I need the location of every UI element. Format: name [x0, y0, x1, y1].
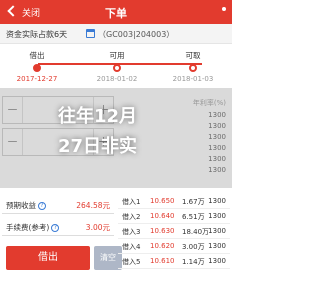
- settlement-timeline: 借出 2017-12-27 可用 2018-01-02 可取 2018-01-0…: [0, 44, 232, 86]
- borrow-amount: 18.40万: [182, 228, 210, 236]
- calendar-icon[interactable]: [86, 29, 95, 38]
- borrow-qty: 1300: [208, 242, 226, 250]
- fund-info-row: 资金实际占款6天 （GC003|204003）: [0, 24, 232, 44]
- borrow-rate: 10.640: [150, 212, 175, 220]
- table-row[interactable]: 借入1 10.650 1.67万 1300: [118, 194, 230, 209]
- borrow-name: 借入3: [122, 228, 141, 236]
- header-bar: 关闭 下单: [0, 0, 232, 24]
- borrow-amount: 1.67万: [182, 198, 205, 206]
- borrow-name: 借入2: [122, 213, 141, 221]
- timeline-dot-icon: [113, 64, 121, 72]
- table-row[interactable]: 借入4 10.620 3.00万 1300: [118, 239, 230, 254]
- timeline-step-date: 2017-12-27: [16, 75, 58, 83]
- table-row[interactable]: 借入2 10.640 6.51万 1300: [118, 209, 230, 224]
- fee-value: 3.00元: [85, 223, 110, 232]
- help-icon[interactable]: ?: [38, 202, 46, 210]
- overlay-line: 27日非实: [58, 136, 138, 157]
- timeline-dot-icon: [33, 64, 41, 72]
- lend-button[interactable]: 借出: [6, 246, 90, 270]
- timeline-step-label: 借出: [29, 51, 45, 60]
- overlay-banner: 往年12月 27日非实: [58, 102, 178, 182]
- overlay-line: 往年12月: [58, 106, 138, 127]
- borrow-name: 借入4: [122, 243, 141, 251]
- table-row[interactable]: 借入5 10.610 1.14万 1300: [118, 254, 230, 269]
- fee-field: 手续费(参考)? 3.00元: [2, 218, 114, 236]
- timeline-step-withdraw: 可取 2018-01-03: [158, 50, 228, 83]
- borrow-rate: 10.620: [150, 242, 175, 250]
- borrow-qty: 1300: [208, 197, 226, 205]
- help-icon[interactable]: ?: [51, 224, 60, 232]
- borrow-rate: 10.650: [150, 197, 175, 205]
- borrow-amount: 1.14万: [182, 258, 205, 266]
- expected-income-field: 预期收益? 264.58元: [2, 196, 114, 214]
- income-value: 264.58元: [76, 201, 110, 210]
- more-menu-button[interactable]: [222, 7, 226, 11]
- borrow-name: 借入1: [122, 198, 141, 206]
- timeline-step-label: 可取: [185, 51, 201, 60]
- borrow-table: 借入1 10.650 1.67万 1300 借入2 10.640 6.51万 1…: [118, 194, 230, 269]
- income-label: 预期收益?: [6, 200, 46, 211]
- borrow-qty: 1300: [208, 257, 226, 265]
- fund-code-label: （GC003|204003）: [98, 30, 175, 39]
- borrow-amount: 6.51万: [182, 213, 205, 221]
- borrow-name: 借入5: [122, 258, 141, 266]
- borrow-qty: 1300: [208, 227, 226, 235]
- timeline-step-date: 2018-01-03: [172, 75, 214, 83]
- borrow-qty: 1300: [208, 212, 226, 220]
- fee-label: 手续费(参考)?: [6, 222, 60, 233]
- timeline-step-lend: 借出 2017-12-27: [2, 50, 72, 83]
- timeline-step-date: 2018-01-02: [96, 75, 138, 83]
- timeline-step-label: 可用: [109, 51, 125, 60]
- borrow-rate: 10.630: [150, 227, 175, 235]
- timeline-dot-icon: [189, 64, 197, 72]
- table-row[interactable]: 借入3 10.630 18.40万 1300: [118, 224, 230, 239]
- fund-days-label: 资金实际占款6天: [6, 30, 68, 39]
- borrow-rate: 10.610: [150, 257, 175, 265]
- borrow-amount: 3.00万: [182, 243, 205, 251]
- more-dots-icon: [222, 7, 226, 11]
- timeline-step-available: 可用 2018-01-02: [82, 50, 152, 83]
- page-title: 下单: [105, 7, 127, 20]
